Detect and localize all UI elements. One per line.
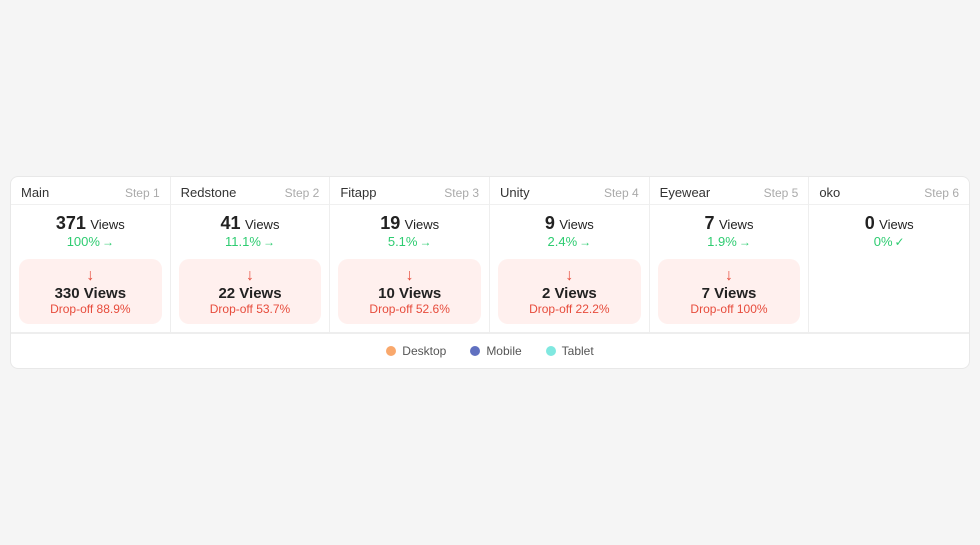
dropoff-views-4: 7 Views <box>668 285 791 302</box>
legend-label-desktop: Desktop <box>402 344 446 358</box>
dropoff-views-2: 10 Views <box>348 285 471 302</box>
legend-dot-tablet <box>546 346 556 356</box>
step-name-4: Eyewear <box>660 185 711 200</box>
step-col-5: oko Step 6 0 Views 0% ✓ <box>809 177 969 332</box>
views-pct-5: 0% ✓ <box>819 234 959 249</box>
legend-dot-mobile <box>470 346 480 356</box>
views-count-0: 371 Views <box>21 213 160 234</box>
step-number-4: Step 5 <box>764 186 799 200</box>
step-stats-0: 371 Views 100% → <box>11 205 170 253</box>
step-name-5: oko <box>819 185 840 200</box>
views-count-3: 9 Views <box>500 213 639 234</box>
dropoff-box-1: ↓ 22 Views Drop-off 53.7% <box>179 259 322 324</box>
legend-item-desktop: Desktop <box>386 344 446 358</box>
dropoff-label-2: Drop-off 52.6% <box>348 302 471 316</box>
dropoff-box-2: ↓ 10 Views Drop-off 52.6% <box>338 259 481 324</box>
legend-label-tablet: Tablet <box>562 344 594 358</box>
dropoff-views-0: 330 Views <box>29 285 152 302</box>
step-name-0: Main <box>21 185 49 200</box>
dropoff-arrow-3: ↓ <box>508 267 631 285</box>
step-name-1: Redstone <box>181 185 237 200</box>
funnel-grid: Main Step 1 371 Views 100% → <box>11 177 969 333</box>
views-pct-4: 1.9% → <box>660 234 799 249</box>
funnel-container: Main Step 1 371 Views 100% → <box>10 176 970 369</box>
legend-item-tablet: Tablet <box>546 344 594 358</box>
dropoff-box-4: ↓ 7 Views Drop-off 100% <box>658 259 801 324</box>
dropoff-label-4: Drop-off 100% <box>668 302 791 316</box>
step-stats-4: 7 Views 1.9% → <box>650 205 809 253</box>
step-name-3: Unity <box>500 185 530 200</box>
step-col-0: Main Step 1 371 Views 100% → <box>11 177 171 332</box>
dropoff-label-3: Drop-off 22.2% <box>508 302 631 316</box>
step-col-3: Unity Step 4 9 Views 2.4% → <box>490 177 650 332</box>
views-pct-3: 2.4% → <box>500 234 639 249</box>
views-count-1: 41 Views <box>181 213 320 234</box>
dropoff-box-3: ↓ 2 Views Drop-off 22.2% <box>498 259 641 324</box>
step-stats-3: 9 Views 2.4% → <box>490 205 649 253</box>
legend-dot-desktop <box>386 346 396 356</box>
views-count-4: 7 Views <box>660 213 799 234</box>
step-header-4: Eyewear Step 5 <box>650 177 809 205</box>
step-header-3: Unity Step 4 <box>490 177 649 205</box>
step-number-2: Step 3 <box>444 186 479 200</box>
step-stats-2: 19 Views 5.1% → <box>330 205 489 253</box>
legend-label-mobile: Mobile <box>486 344 521 358</box>
dropoff-label-0: Drop-off 88.9% <box>29 302 152 316</box>
dropoff-views-3: 2 Views <box>508 285 631 302</box>
legend: Desktop Mobile Tablet <box>11 333 969 368</box>
step-header-0: Main Step 1 <box>11 177 170 205</box>
step-name-2: Fitapp <box>340 185 376 200</box>
step-stats-5: 0 Views 0% ✓ <box>809 205 969 253</box>
step-number-1: Step 2 <box>285 186 320 200</box>
dropoff-views-1: 22 Views <box>189 285 312 302</box>
legend-item-mobile: Mobile <box>470 344 521 358</box>
dropoff-arrow-2: ↓ <box>348 267 471 285</box>
views-count-2: 19 Views <box>340 213 479 234</box>
step-number-5: Step 6 <box>924 186 959 200</box>
step-col-2: Fitapp Step 3 19 Views 5.1% → <box>330 177 490 332</box>
dropoff-arrow-4: ↓ <box>668 267 791 285</box>
step-col-1: Redstone Step 2 41 Views 11.1% → <box>171 177 331 332</box>
dropoff-box-0: ↓ 330 Views Drop-off 88.9% <box>19 259 162 324</box>
step-header-5: oko Step 6 <box>809 177 969 205</box>
step-header-2: Fitapp Step 3 <box>330 177 489 205</box>
views-pct-1: 11.1% → <box>181 234 320 249</box>
step-number-3: Step 4 <box>604 186 639 200</box>
dropoff-arrow-1: ↓ <box>189 267 312 285</box>
views-count-5: 0 Views <box>819 213 959 234</box>
views-pct-2: 5.1% → <box>340 234 479 249</box>
dropoff-arrow-0: ↓ <box>29 267 152 285</box>
step-col-4: Eyewear Step 5 7 Views 1.9% → <box>650 177 810 332</box>
funnel-visual-5 <box>809 253 969 262</box>
step-header-1: Redstone Step 2 <box>171 177 330 205</box>
dropoff-label-1: Drop-off 53.7% <box>189 302 312 316</box>
step-stats-1: 41 Views 11.1% → <box>171 205 330 253</box>
step-number-0: Step 1 <box>125 186 160 200</box>
views-pct-0: 100% → <box>21 234 160 249</box>
